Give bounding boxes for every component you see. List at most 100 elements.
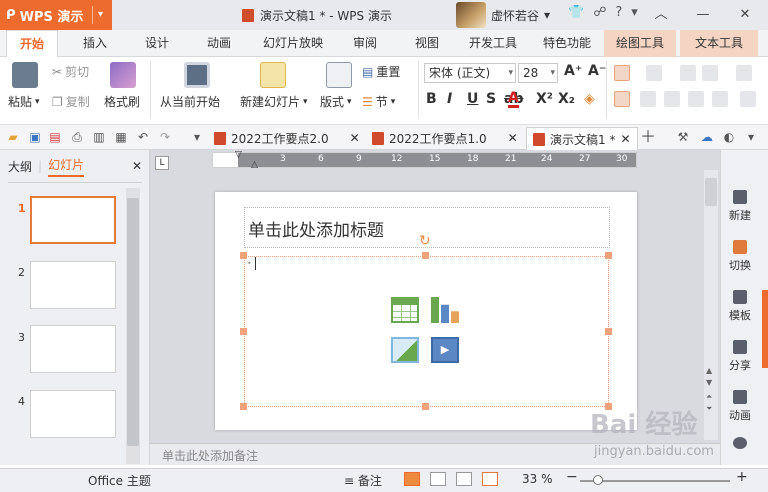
tab-stop-selector[interactable]: L bbox=[155, 156, 169, 170]
close-icon[interactable]: ✕ bbox=[132, 159, 142, 173]
slide-thumbnail[interactable] bbox=[30, 325, 116, 373]
zoom-slider-handle[interactable] bbox=[593, 475, 603, 485]
scroll-down-icon[interactable]: ▼ bbox=[706, 378, 712, 387]
paste-icon[interactable] bbox=[12, 62, 38, 88]
cut-button[interactable]: ✂ 剪切 bbox=[52, 63, 89, 80]
play-from-current-button[interactable]: 从当前开始 bbox=[160, 93, 220, 110]
chat-icon[interactable] bbox=[733, 437, 747, 449]
tab-text-tools[interactable]: 文本工具 bbox=[680, 30, 758, 57]
decrease-indent-icon[interactable] bbox=[680, 65, 696, 81]
export-pdf-icon[interactable]: ▤ bbox=[48, 130, 62, 144]
tab-outline[interactable]: 大纲 bbox=[8, 158, 32, 175]
resize-handle[interactable] bbox=[422, 252, 429, 259]
prev-slide-icon[interactable]: ⏶ bbox=[706, 392, 712, 402]
new-tab-icon[interactable]: ＋ bbox=[640, 129, 656, 145]
scroll-up-icon[interactable]: ▲ bbox=[706, 366, 712, 375]
print-icon[interactable]: ⎙ bbox=[70, 130, 84, 144]
skin-icon[interactable]: ◐ bbox=[722, 130, 736, 144]
chevron-down-icon[interactable]: ▾ bbox=[744, 130, 758, 144]
tab-special[interactable]: 特色功能 bbox=[536, 30, 598, 57]
align-center-icon[interactable] bbox=[640, 91, 656, 107]
tab-view[interactable]: 视图 bbox=[404, 30, 450, 57]
save-icon[interactable]: ▣ bbox=[28, 130, 42, 144]
new-slide-button[interactable]: 新建幻灯片 ▾ bbox=[240, 93, 308, 110]
scrollbar-thumb[interactable] bbox=[127, 198, 139, 446]
font-family-select[interactable]: 宋体 (正文) ▾ bbox=[424, 63, 516, 83]
chevron-down-icon[interactable]: ▾ bbox=[631, 5, 638, 20]
tab-slides[interactable]: 幻灯片 bbox=[48, 156, 85, 177]
new-panel-button[interactable]: 新建 bbox=[720, 190, 760, 223]
help-icon[interactable]: ? bbox=[615, 5, 622, 20]
close-icon[interactable]: ✕ bbox=[724, 3, 766, 27]
cloud-icon[interactable]: ☁ bbox=[700, 130, 714, 144]
spell-check-icon[interactable]: ▦ bbox=[114, 130, 128, 144]
copy-button[interactable]: ❐ 复制 bbox=[52, 93, 90, 110]
insert-video-icon[interactable]: ▶ bbox=[431, 337, 459, 363]
resize-handle[interactable] bbox=[240, 252, 247, 259]
justify-icon[interactable] bbox=[688, 91, 704, 107]
transition-panel-button[interactable]: 切换 bbox=[720, 240, 760, 273]
section-button[interactable]: ☰ 节 ▾ bbox=[362, 93, 395, 110]
subscript-icon[interactable]: X₂ bbox=[558, 91, 575, 107]
align-right-icon[interactable] bbox=[664, 91, 680, 107]
app-menu-button[interactable]: ᑭ WPS 演示 ▾ bbox=[0, 0, 112, 30]
resize-handle[interactable] bbox=[605, 328, 612, 335]
normal-view-button[interactable] bbox=[404, 472, 420, 486]
insert-picture-icon[interactable] bbox=[391, 337, 419, 363]
animation-panel-button[interactable]: 动画 bbox=[720, 390, 760, 423]
skin-icon[interactable]: 👕 bbox=[568, 5, 584, 20]
indent-marker-icon[interactable]: ▽ bbox=[235, 150, 242, 160]
rotate-handle-icon[interactable]: ↻ bbox=[419, 233, 431, 249]
content-placeholder[interactable] bbox=[244, 256, 609, 407]
slide-sorter-view-button[interactable] bbox=[430, 472, 446, 486]
theme-name[interactable]: Office 主题 bbox=[88, 472, 151, 489]
tools-icon[interactable]: ⚒ bbox=[676, 130, 690, 144]
bullet-list-icon[interactable] bbox=[614, 65, 630, 81]
reset-button[interactable]: ▤ 重置 bbox=[362, 63, 400, 80]
new-slide-icon[interactable] bbox=[260, 62, 286, 88]
tab-insert[interactable]: 插入 bbox=[70, 30, 120, 57]
layout-icon[interactable] bbox=[326, 62, 352, 88]
user-name[interactable]: 虚怀若谷 bbox=[491, 7, 539, 24]
tab-home[interactable]: 开始 bbox=[6, 30, 58, 58]
tab-slideshow[interactable]: 幻灯片放映 bbox=[256, 30, 330, 57]
tab-review[interactable]: 审阅 bbox=[342, 30, 388, 57]
resize-handle[interactable] bbox=[422, 403, 429, 410]
underline-icon[interactable]: U bbox=[467, 91, 478, 107]
undo-icon[interactable]: ↶ bbox=[136, 130, 150, 144]
document-tab[interactable]: 2022工作要点1.0 ✕ bbox=[366, 127, 524, 149]
title-placeholder-text[interactable]: 单击此处添加标题 bbox=[248, 216, 384, 241]
scrollbar-thumb[interactable] bbox=[705, 178, 717, 206]
tab-animation[interactable]: 动画 bbox=[196, 30, 242, 57]
zoom-out-icon[interactable]: − bbox=[566, 469, 578, 485]
resize-handle[interactable] bbox=[605, 252, 612, 259]
reading-view-button[interactable] bbox=[456, 472, 472, 486]
print-preview-icon[interactable]: ▥ bbox=[92, 130, 106, 144]
slideshow-button[interactable] bbox=[482, 472, 498, 486]
tab-drawing-tools[interactable]: 绘图工具 bbox=[604, 30, 676, 57]
line-spacing-icon[interactable] bbox=[736, 65, 752, 81]
distribute-icon[interactable] bbox=[712, 91, 728, 107]
avatar[interactable] bbox=[456, 2, 486, 28]
increase-indent-icon[interactable] bbox=[702, 65, 718, 81]
chevron-down-icon[interactable]: ▾ bbox=[190, 130, 204, 144]
redo-icon[interactable]: ↷ bbox=[158, 130, 172, 144]
chevron-down-icon[interactable]: ▾ bbox=[92, 6, 108, 24]
italic-icon[interactable]: I bbox=[447, 91, 452, 107]
clear-format-icon[interactable]: ◈ bbox=[584, 91, 595, 107]
align-left-icon[interactable] bbox=[614, 91, 630, 107]
play-icon[interactable] bbox=[184, 62, 210, 88]
open-folder-icon[interactable]: ▰ bbox=[6, 130, 20, 144]
insert-table-icon[interactable] bbox=[391, 297, 419, 323]
collapse-ribbon-icon[interactable]: ︿ bbox=[640, 3, 682, 27]
share-panel-button[interactable]: 分享 bbox=[720, 340, 760, 373]
bold-icon[interactable]: B bbox=[426, 91, 437, 107]
format-painter-button[interactable]: 格式刷 bbox=[104, 93, 140, 110]
layout-button[interactable]: 版式 ▾ bbox=[320, 93, 352, 110]
notes-placeholder[interactable]: 单击此处添加备注 bbox=[162, 447, 258, 464]
font-size-select[interactable]: 28 ▾ bbox=[518, 63, 558, 83]
superscript-icon[interactable]: X² bbox=[536, 91, 553, 107]
font-color-icon[interactable]: A bbox=[508, 91, 519, 108]
slide-thumbnail-selected[interactable] bbox=[30, 196, 116, 244]
slide-thumbnail[interactable] bbox=[30, 261, 116, 309]
